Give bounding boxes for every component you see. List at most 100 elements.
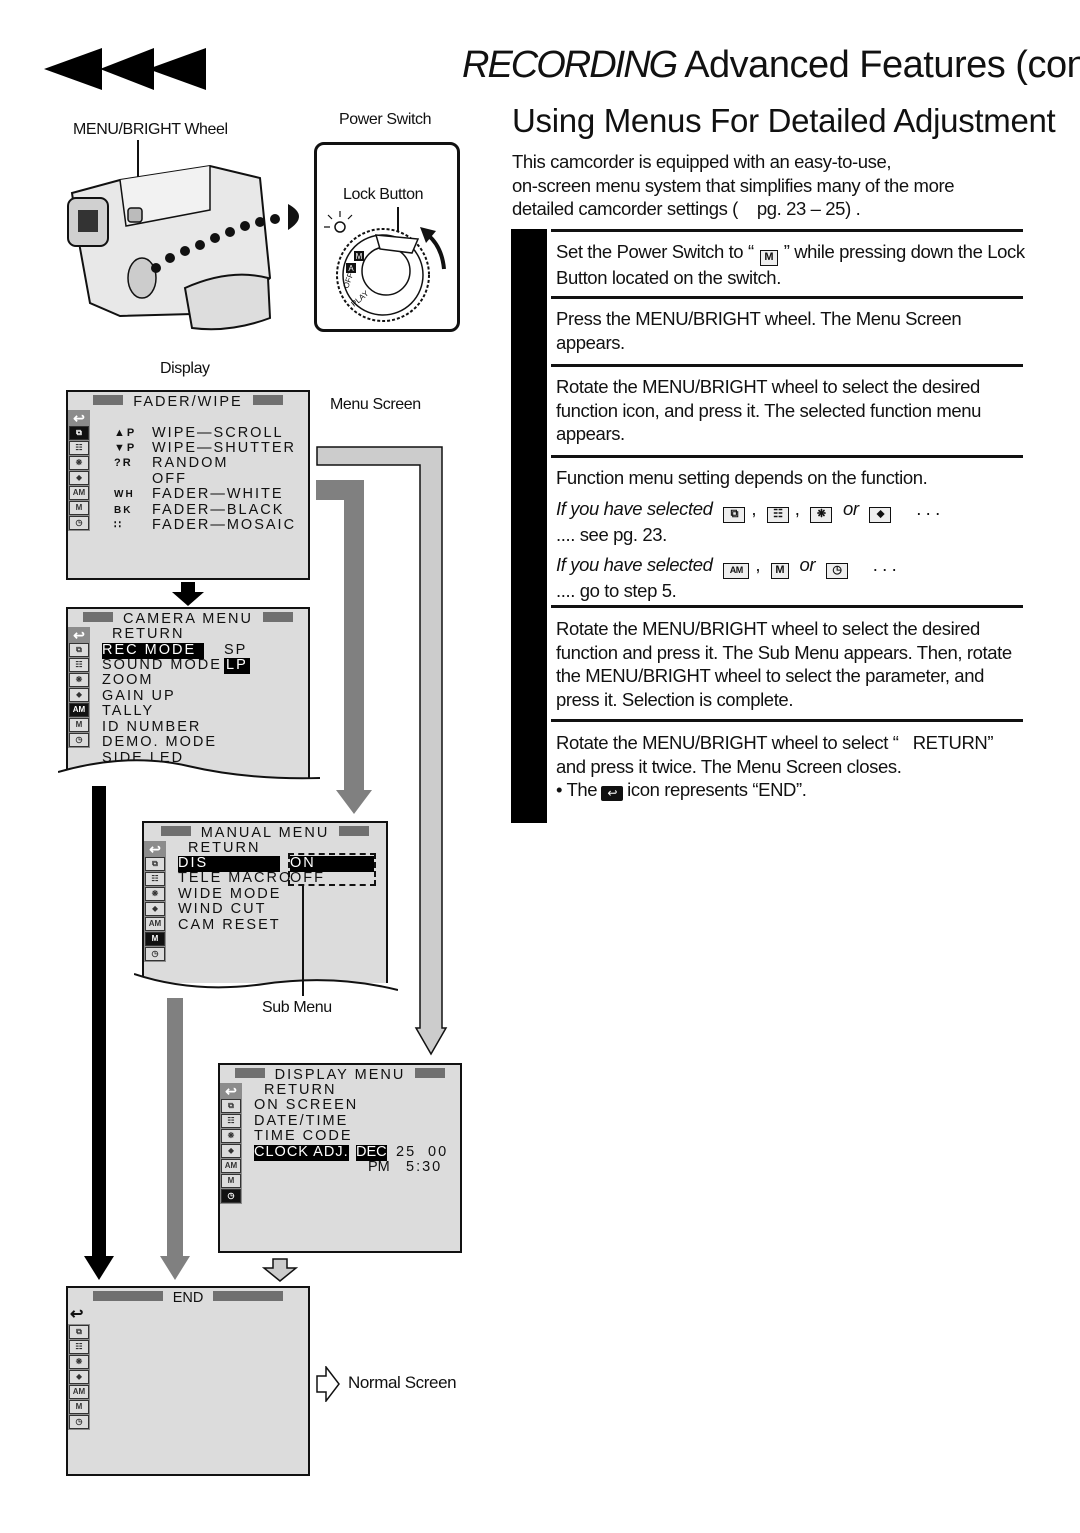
camera-menu-icon[interactable]: AM <box>69 486 89 500</box>
menu-item[interactable]: RANDOM <box>152 455 228 472</box>
menu-item[interactable]: TELE MACRO <box>178 870 292 887</box>
camera-menu-icon[interactable]: AM <box>221 1159 241 1173</box>
display-menu-icon[interactable]: ◷ <box>145 947 165 961</box>
program-ae-icon[interactable]: ☷ <box>69 1340 89 1354</box>
manual-mode-icon: M <box>759 250 778 266</box>
down-arrow-outline-icon <box>262 1258 298 1282</box>
camera-menu-icon: AM <box>723 563 750 579</box>
camera-menu-icon[interactable]: AM <box>69 703 89 717</box>
clock-time[interactable]: 5:30 <box>406 1159 442 1176</box>
value-option-selected[interactable]: LP <box>224 657 250 674</box>
case-2-ellipsis: . . . <box>872 554 897 575</box>
return-icon[interactable]: ↩ <box>69 628 89 642</box>
menu-item[interactable]: DEMO. MODE <box>102 734 217 751</box>
menu-item[interactable]: ON SCREEN <box>254 1097 358 1114</box>
divider <box>551 364 1023 367</box>
step-1: Set the Power Switch to “M” while pressi… <box>556 240 1026 290</box>
step-number-bar <box>511 229 547 823</box>
exposure-icon: ⬥ <box>869 506 892 523</box>
intro-line: detailed camcorder settings ( pg. 23 – 2… <box>512 198 861 219</box>
manual-menu-icon[interactable]: M <box>69 501 89 515</box>
menu-item-return[interactable]: RETURN <box>112 626 184 643</box>
rewind-arrows-icon[interactable] <box>44 48 206 90</box>
sub-menu-pointer-line <box>302 884 304 996</box>
screen-title: FADER/WIPE <box>68 394 308 410</box>
camera-menu-icon[interactable]: AM <box>69 1385 89 1399</box>
fader-white-icon: WH <box>114 489 135 500</box>
page-title: RECORDING Advanced Features (cont.) <box>462 44 1080 87</box>
manual-menu-icon[interactable]: M <box>69 1400 89 1414</box>
program-ae-icon[interactable]: ☷ <box>145 872 165 886</box>
manual-menu-icon[interactable]: M <box>69 718 89 732</box>
effects-icon[interactable]: ❋ <box>69 673 89 687</box>
menu-item[interactable]: WIND CUT <box>178 901 267 918</box>
exposure-icon[interactable]: ⬥ <box>69 1370 89 1384</box>
power-switch-label: Power Switch <box>339 111 432 128</box>
wipe-fader-icon[interactable]: ⧉ <box>69 643 89 657</box>
lock-button-label: Lock Button <box>343 186 424 203</box>
program-ae-icon[interactable]: ☷ <box>221 1114 241 1128</box>
function-icon-bar: ⧉ ☷ ❋ ⬥ AM M ◷ <box>68 1324 90 1430</box>
exposure-icon[interactable]: ⬥ <box>221 1144 241 1158</box>
camera-menu-icon[interactable]: AM <box>145 917 165 931</box>
effects-icon[interactable]: ❋ <box>69 456 89 470</box>
manual-menu-icon: M <box>770 563 789 579</box>
return-icon[interactable]: ↩ <box>70 1304 85 1324</box>
screen-title: CAMERA MENU <box>68 611 308 627</box>
exposure-icon[interactable]: ⬥ <box>145 902 165 916</box>
menu-item[interactable]: TALLY <box>102 703 154 720</box>
note-suffix: icon represents “END”. <box>627 779 807 800</box>
wipe-fader-icon[interactable]: ⧉ <box>69 1325 89 1339</box>
wipe-scroll-icon: ▲P <box>114 427 137 439</box>
menu-item[interactable]: FADER—WHITE <box>152 486 284 503</box>
page-title-italic: RECORDING <box>462 44 678 86</box>
display-menu-icon[interactable]: ◷ <box>69 516 89 530</box>
wipe-fader-icon[interactable]: ⧉ <box>221 1099 241 1113</box>
wipe-shutter-icon: ▼P <box>114 442 137 454</box>
return-icon[interactable]: ↩ <box>221 1084 241 1098</box>
page-title-rest: Advanced Features (cont.) <box>684 44 1080 86</box>
program-ae-icon[interactable]: ☷ <box>69 441 89 455</box>
display-menu-icon[interactable]: ◷ <box>69 733 89 747</box>
return-icon[interactable]: ↩ <box>145 842 165 856</box>
menu-item[interactable]: FADER—MOSAIC <box>152 517 296 534</box>
return-icon[interactable]: ↩ <box>69 411 89 425</box>
effects-icon[interactable]: ❋ <box>145 887 165 901</box>
clock-ampm[interactable]: PM <box>368 1159 390 1176</box>
function-icon-bar: ↩ ⧉ ☷ ❋ ⬥ AM M ◷ <box>68 627 90 748</box>
wipe-fader-icon[interactable]: ⧉ <box>145 857 165 871</box>
step-2: Press the MENU/BRIGHT wheel. The Menu Sc… <box>556 308 962 353</box>
step-6-note: • The ↩ icon represents “END”. <box>556 778 1026 802</box>
case-1-ellipsis: . . . <box>916 497 940 519</box>
fader-wipe-screen: FADER/WIPE ↩ ⧉ ☷ ❋ ⬥ AM M ◷ ▲P WIPE—SCRO… <box>66 390 310 580</box>
manual-menu-icon[interactable]: M <box>221 1174 241 1188</box>
effects-icon[interactable]: ❋ <box>69 1355 89 1369</box>
step-1-text-a: Set the Power Switch to “ <box>556 241 754 262</box>
random-icon: ?R <box>114 457 133 469</box>
program-ae-icon[interactable]: ☷ <box>69 658 89 672</box>
menu-item[interactable]: ZOOM <box>102 672 154 689</box>
fader-black-icon: BK <box>114 505 133 516</box>
exposure-icon[interactable]: ⬥ <box>69 471 89 485</box>
step-6-text: Rotate the MENU/BRIGHT wheel to select “… <box>556 732 994 777</box>
effects-icon[interactable]: ❋ <box>221 1129 241 1143</box>
menu-item[interactable]: CAM RESET <box>178 917 281 934</box>
exposure-icon[interactable]: ⬥ <box>69 688 89 702</box>
screen-title: END <box>68 1290 308 1306</box>
step-4-case-2: If you have selected AM, M or ◷ . . . <box>556 553 1026 579</box>
wipe-fader-icon[interactable]: ⧉ <box>69 426 89 440</box>
display-menu-icon: ◷ <box>825 563 848 579</box>
intro-line: on-screen menu system that simplifies ma… <box>512 174 955 196</box>
menu-item[interactable]: TIME CODE <box>254 1128 353 1145</box>
return-icon: ↩ <box>601 786 624 801</box>
function-icon-bar: ↩ ⧉ ☷ ❋ ⬥ AM M ◷ <box>144 841 166 962</box>
manual-menu-icon[interactable]: M <box>145 932 165 946</box>
case-2-result: .... go to step 5. <box>556 580 677 601</box>
menu-item-selected[interactable]: CLOCK ADJ. <box>254 1144 349 1161</box>
function-icon-bar: ↩ ⧉ ☷ ❋ ⬥ AM M ◷ <box>220 1083 242 1204</box>
display-menu-icon[interactable]: ◷ <box>69 1415 89 1429</box>
screen-title: DISPLAY MENU <box>220 1067 460 1083</box>
wipe-icon: ⧉ <box>723 506 746 523</box>
case-2-or: or <box>799 554 816 575</box>
display-menu-icon[interactable]: ◷ <box>221 1189 241 1203</box>
